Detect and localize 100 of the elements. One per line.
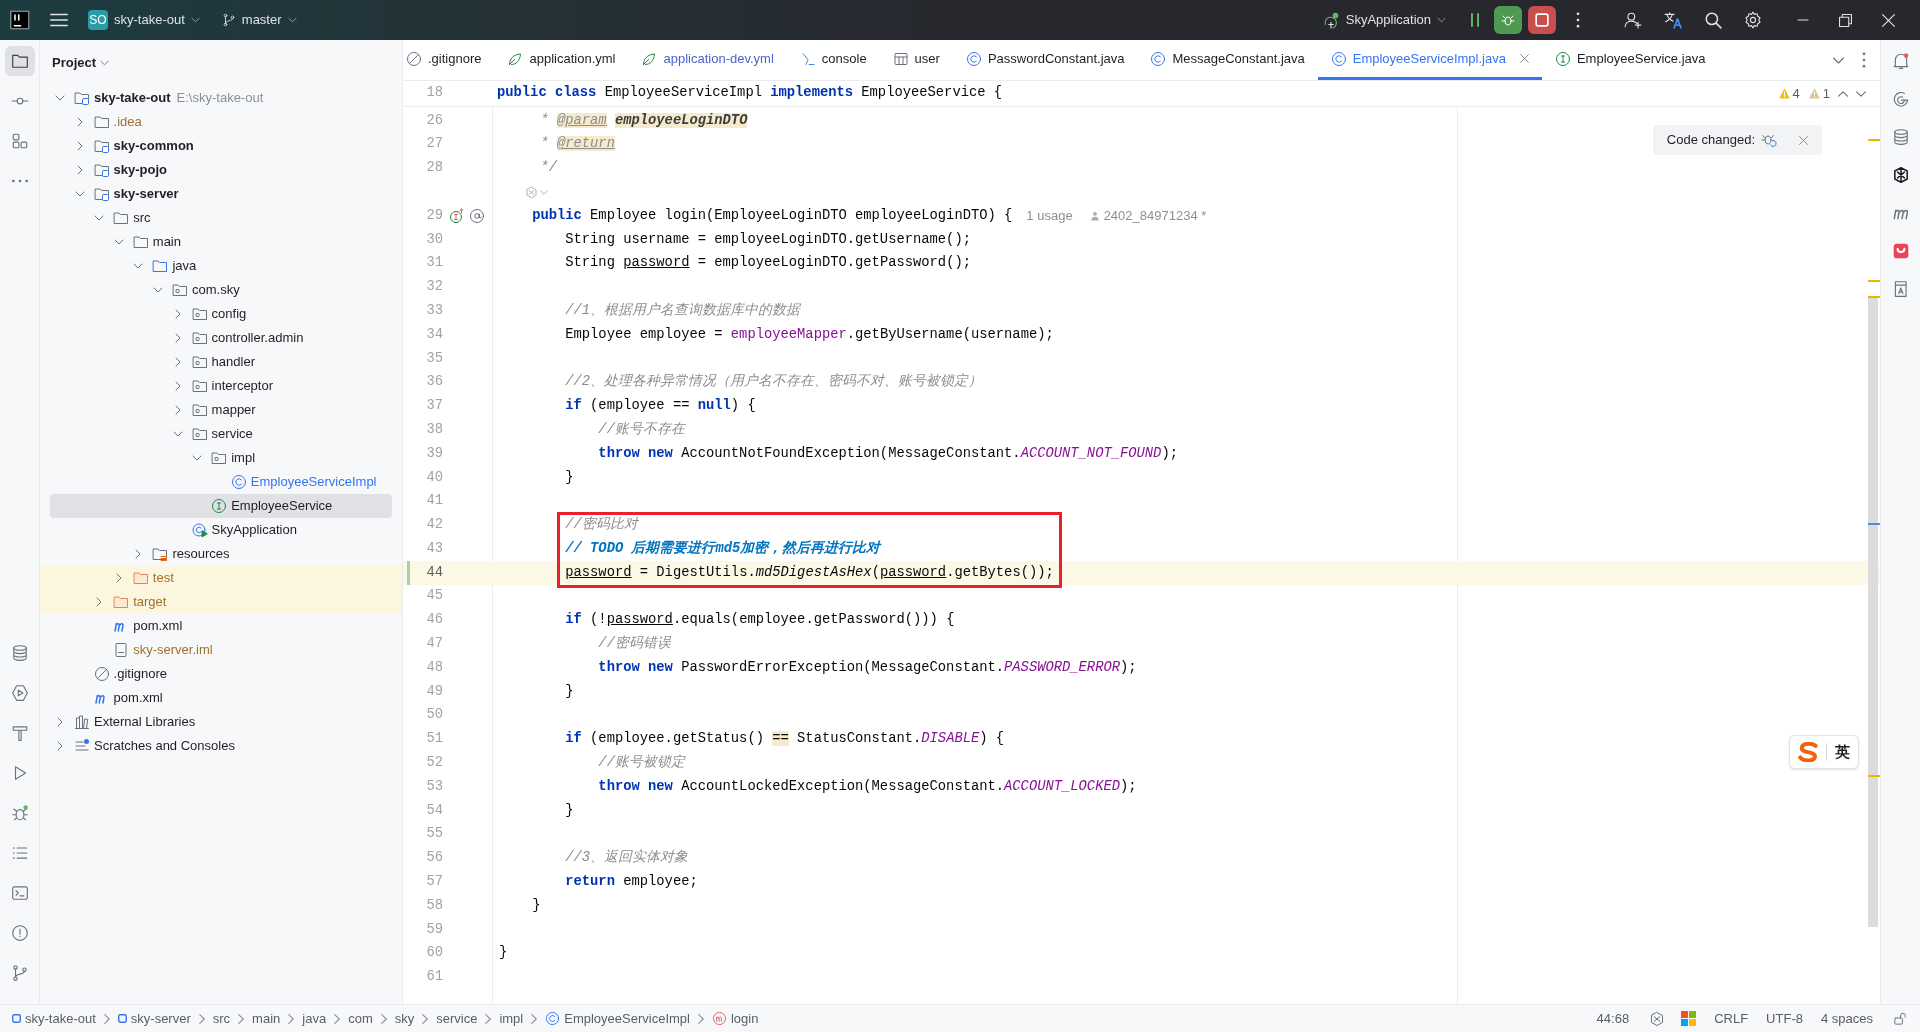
collapse-chevron-icon[interactable] (74, 191, 85, 197)
tree-item[interactable]: interceptor (50, 374, 392, 398)
breadcrumb[interactable]: service (436, 1008, 478, 1029)
project-panel-title[interactable]: Project (52, 53, 110, 73)
previous-icon[interactable] (1838, 90, 1848, 97)
indent-setting[interactable]: 4 spaces (1820, 1008, 1873, 1029)
tree-item[interactable]: impl (50, 446, 392, 470)
tree-item[interactable]: mapper (50, 398, 392, 422)
tree-item[interactable]: sky-take-out E:\sky-take-out (50, 86, 392, 110)
at-sign-icon[interactable] (469, 208, 485, 225)
run-configuration[interactable]: SkyApplication (1321, 6, 1446, 34)
editor-tab[interactable]: EmployeeServiceImpl.java (1317, 40, 1542, 80)
tree-item[interactable]: pom.xml (50, 686, 392, 710)
tree-item[interactable]: controller.admin (50, 326, 392, 350)
file-encoding[interactable]: UTF-8 (1766, 1008, 1803, 1029)
expand-chevron-icon[interactable] (76, 141, 83, 151)
editor-tab[interactable]: application.yml (494, 40, 629, 80)
input-method-widget[interactable]: 英 (1789, 735, 1859, 769)
rerun-debug-button[interactable] (1494, 6, 1522, 34)
tree-item[interactable]: target (40, 590, 402, 614)
collapse-chevron-icon[interactable] (172, 431, 183, 437)
breadcrumb[interactable]: sky (394, 1008, 415, 1029)
tree-item[interactable]: SkyApplication (50, 518, 392, 542)
tree-item[interactable]: Scratches and Consoles (50, 734, 392, 758)
expand-chevron-icon[interactable] (57, 717, 63, 727)
expand-chevron-icon[interactable] (174, 405, 181, 415)
collapse-chevron-icon[interactable] (113, 239, 124, 245)
breadcrumb[interactable]: EmployeeServiceImpl (545, 1008, 690, 1029)
expand-chevron-icon[interactable] (76, 165, 83, 175)
stop-button[interactable] (1528, 6, 1556, 34)
breadcrumb[interactable]: src (212, 1008, 231, 1029)
expand-chevron-icon[interactable] (96, 597, 103, 607)
menu-icon[interactable] (50, 11, 68, 29)
expand-chevron-icon[interactable] (174, 309, 181, 319)
breadcrumb[interactable]: main (252, 1008, 281, 1029)
more-vertical-icon[interactable] (1862, 52, 1866, 68)
editor-tab[interactable]: PasswordConstant.java (952, 40, 1138, 80)
caret-position[interactable]: 44:68 (1596, 1008, 1630, 1029)
collapse-chevron-icon[interactable] (94, 215, 105, 221)
add-user-icon[interactable] (1624, 11, 1642, 29)
stop-icon[interactable] (1535, 13, 1549, 27)
scrollbar-thumb[interactable] (1868, 297, 1878, 927)
expand-chevron-icon[interactable] (115, 573, 122, 583)
input-mode[interactable]: 英 (1835, 740, 1850, 764)
tree-item[interactable]: sky-pojo (50, 158, 392, 182)
breadcrumb[interactable]: impl (499, 1008, 524, 1029)
breadcrumb[interactable]: java (302, 1008, 327, 1029)
line-separator[interactable]: CRLF (1714, 1008, 1749, 1029)
editor-tab[interactable]: application-dev.yml (628, 40, 787, 80)
tree-item[interactable]: EmployeeService (50, 494, 392, 518)
translate-icon[interactable] (1664, 11, 1682, 29)
tabs-dropdown-icon[interactable] (1833, 56, 1844, 64)
breadcrumb[interactable]: sky-server (117, 1008, 191, 1029)
tree-item[interactable]: pom.xml (50, 614, 392, 638)
editor-tab[interactable]: EmployeeService.java (1541, 40, 1719, 80)
minimize-icon[interactable] (1797, 19, 1809, 21)
breadcrumb[interactable]: com (348, 1008, 373, 1029)
more-vertical-icon[interactable] (1576, 12, 1580, 28)
expand-chevron-icon[interactable] (174, 357, 181, 367)
breadcrumb[interactable]: login (711, 1008, 759, 1029)
warnings-count[interactable]: 4 (1777, 83, 1800, 104)
collapse-chevron-icon[interactable] (153, 287, 163, 293)
editor-tab[interactable]: .gitignore (403, 40, 495, 80)
project-widget[interactable]: SO sky-take-out (84, 6, 204, 34)
expand-chevron-icon[interactable] (174, 333, 181, 343)
tree-item[interactable]: resources (50, 542, 392, 566)
lock-icon[interactable] (1893, 1011, 1908, 1026)
tree-item[interactable]: handler (50, 350, 392, 374)
expand-chevron-icon[interactable] (57, 741, 63, 751)
tree-item[interactable]: java (50, 254, 392, 278)
expand-chevron-icon[interactable] (76, 117, 83, 127)
expand-chevron-icon[interactable] (174, 381, 181, 391)
tree-item[interactable]: test (40, 566, 402, 590)
tree-item[interactable]: .idea (50, 110, 392, 134)
breadcrumb[interactable]: sky-take-out (12, 1008, 96, 1029)
tool-window-button[interactable] (4, 46, 35, 76)
editor-tab[interactable]: MessageConstant.java (1137, 40, 1318, 80)
pause-icon[interactable] (1470, 13, 1480, 27)
tree-item[interactable]: src (50, 206, 392, 230)
tree-item[interactable]: com.sky (50, 278, 392, 302)
next-icon[interactable] (1856, 90, 1866, 97)
tree-item[interactable]: sky-common (50, 134, 392, 158)
tree-item[interactable]: EmployeeServiceImpl (50, 470, 392, 494)
expand-chevron-icon[interactable] (135, 549, 142, 559)
tree-item[interactable]: External Libraries (50, 710, 392, 734)
bug-refresh-icon[interactable] (1761, 132, 1777, 148)
tree-item[interactable]: service (50, 422, 392, 446)
tree-item[interactable]: config (50, 302, 392, 326)
restore-icon[interactable] (1839, 13, 1852, 27)
branch-widget[interactable]: master (221, 6, 297, 34)
collapse-chevron-icon[interactable] (192, 455, 203, 461)
implements-marker-icon[interactable] (449, 208, 465, 225)
editor-tab[interactable]: user (879, 40, 953, 80)
settings-icon[interactable] (1744, 11, 1762, 29)
tree-item[interactable]: .gitignore (50, 662, 392, 686)
search-icon[interactable] (1704, 11, 1722, 29)
tree-item[interactable]: sky-server.iml (50, 638, 392, 662)
collapse-chevron-icon[interactable] (133, 263, 144, 269)
tree-item[interactable]: sky-server (50, 182, 392, 206)
collapse-chevron-icon[interactable] (55, 95, 65, 101)
